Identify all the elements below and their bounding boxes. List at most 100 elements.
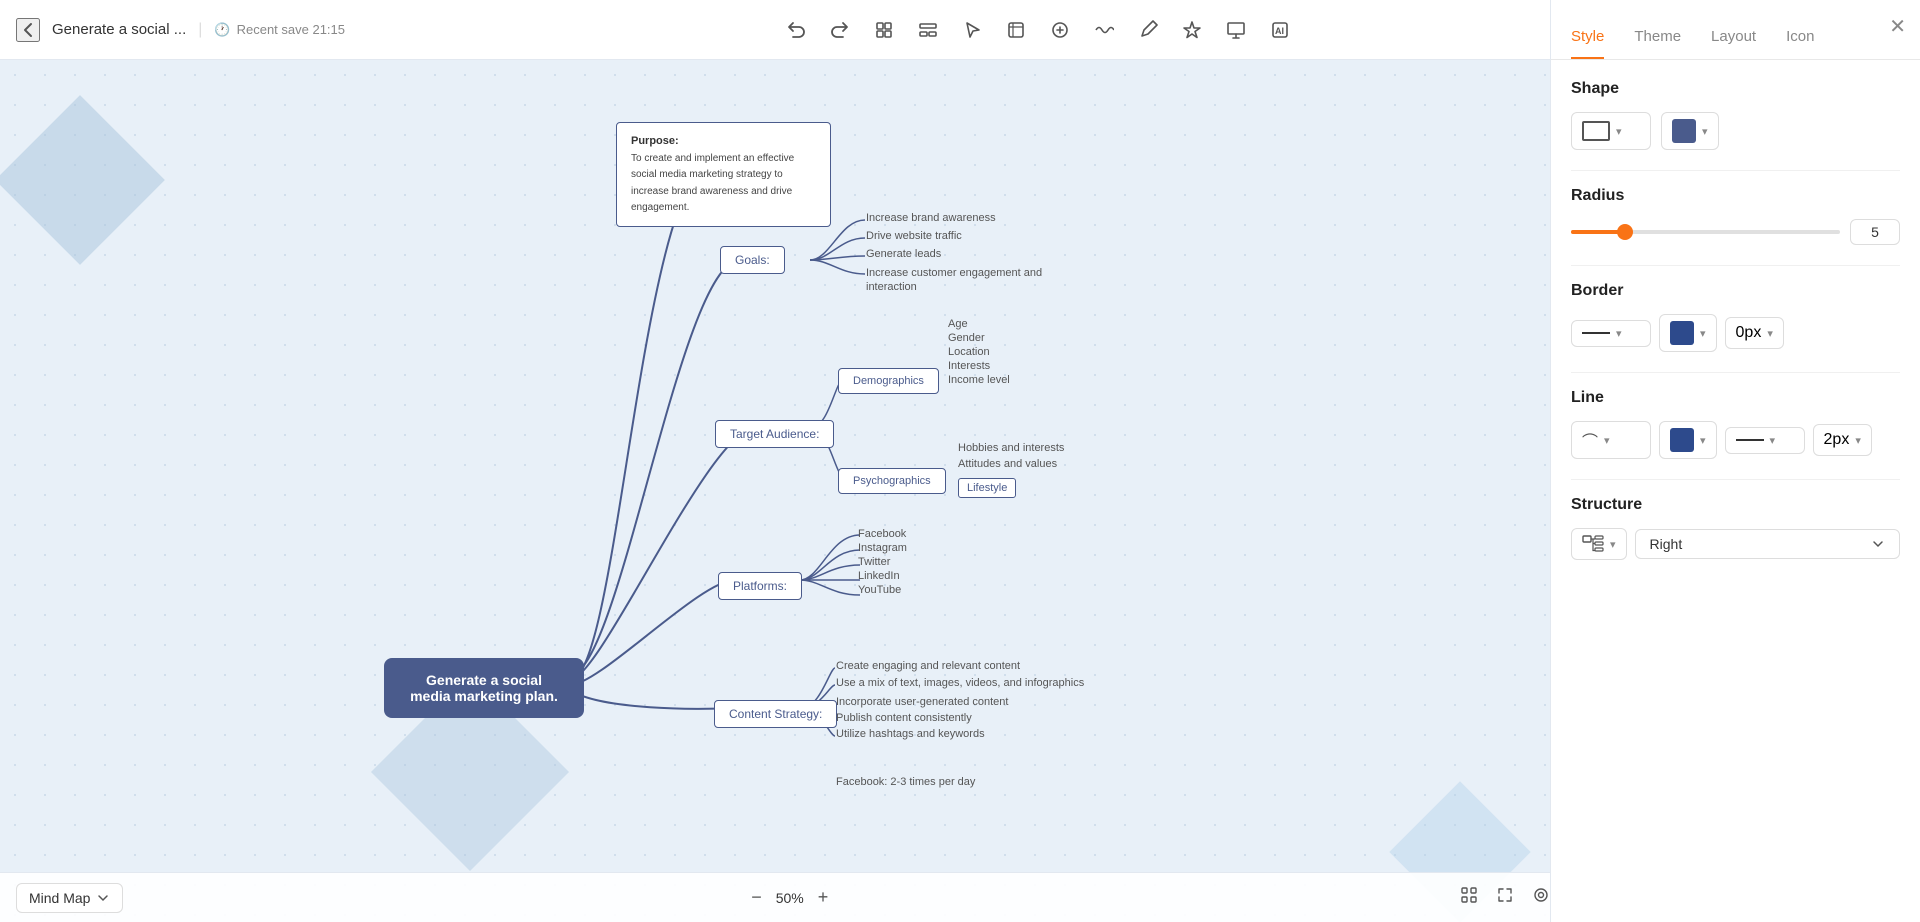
goals-node[interactable]: Goals: [720, 246, 785, 274]
layout-button[interactable] [910, 12, 946, 48]
leaf-website-traffic: Drive website traffic [866, 230, 962, 242]
tab-style[interactable]: Style [1571, 28, 1604, 59]
lifestyle-label: Lifestyle [967, 482, 1007, 494]
divider-3 [1571, 372, 1900, 373]
target-audience-label: Target Audience: [730, 427, 819, 441]
radius-slider-thumb[interactable] [1617, 224, 1633, 240]
divider-2 [1571, 265, 1900, 266]
leaf-facebook: Facebook [858, 528, 906, 540]
shape-color-selector[interactable]: ▾ [1661, 112, 1719, 150]
toolbar-center: AI [361, 12, 1714, 48]
save-time: Recent save 21:15 [237, 22, 345, 37]
leaf-twitter: Twitter [858, 556, 890, 568]
line-style-chevron-icon: ▾ [1770, 434, 1776, 447]
leaf-age: Age [948, 318, 968, 330]
line-row: ⌒ ▾ ▾ ▾ 2px ▾ [1571, 421, 1900, 459]
leaf-gender: Gender [948, 332, 985, 344]
fullscreen-button[interactable] [1492, 882, 1518, 913]
select-button[interactable] [866, 12, 902, 48]
leaf-lifestyle[interactable]: Lifestyle [958, 478, 1016, 498]
plus-button[interactable] [1042, 12, 1078, 48]
leaf-facebook-frequency: Facebook: 2-3 times per day [836, 776, 975, 788]
shape-type-selector[interactable]: ▾ [1571, 112, 1651, 150]
toolbar-left: Generate a social ... | 🕐 Recent save 21… [0, 18, 361, 42]
border-line-style-selector[interactable]: ▾ [1571, 320, 1651, 347]
structure-icon-chevron: ▾ [1610, 538, 1616, 551]
fit-button[interactable] [1456, 882, 1482, 913]
direction-selector[interactable]: Right [1635, 529, 1900, 559]
back-button[interactable] [16, 18, 40, 42]
platforms-node[interactable]: Platforms: [718, 572, 802, 600]
present-button[interactable] [1218, 12, 1254, 48]
content-strategy-label: Content Strategy: [729, 707, 822, 721]
star-button[interactable] [1174, 12, 1210, 48]
tab-theme[interactable]: Theme [1634, 28, 1681, 59]
canvas-area[interactable]: Generate a social media marketing plan. … [0, 60, 1570, 922]
frame-button[interactable] [998, 12, 1034, 48]
border-color-selector[interactable]: ▾ [1659, 314, 1717, 352]
border-line-preview [1582, 332, 1610, 334]
leaf-instagram: Instagram [858, 542, 907, 554]
panel-body: Shape ▾ ▾ Radius 5 [1551, 60, 1920, 922]
border-px-value: 0px [1736, 324, 1762, 342]
direction-value: Right [1650, 536, 1683, 552]
line-width-selector[interactable]: 2px ▾ [1813, 424, 1872, 456]
line-color-swatch [1670, 428, 1694, 452]
border-row: ▾ ▾ 0px ▾ [1571, 314, 1900, 352]
panel-tabs: Style Theme Layout Icon [1551, 0, 1920, 60]
leaf-engaging-content: Create engaging and relevant content [836, 660, 1020, 672]
radius-slider[interactable] [1571, 230, 1840, 234]
leaf-attitudes: Attitudes and values [958, 458, 1057, 470]
border-px-selector[interactable]: 0px ▾ [1725, 317, 1784, 349]
pointer-button[interactable] [954, 12, 990, 48]
leaf-generate-leads: Generate leads [866, 248, 941, 260]
zoom-out-button[interactable]: − [745, 885, 768, 910]
line-width-value: 2px [1824, 431, 1850, 449]
psychographics-node[interactable]: Psychographics [838, 468, 946, 494]
line-arrow-selector[interactable]: ⌒ ▾ [1571, 421, 1651, 459]
right-panel: ✕ Style Theme Layout Icon Shape ▾ ▾ [1550, 0, 1920, 922]
arrow-chevron-icon: ▾ [1604, 434, 1610, 447]
content-strategy-node[interactable]: Content Strategy: [714, 700, 837, 728]
map-type-chevron-icon [96, 891, 110, 905]
root-node[interactable]: Generate a social media marketing plan. [384, 658, 584, 718]
radius-value[interactable]: 5 [1850, 219, 1900, 245]
shape-color-swatch [1672, 119, 1696, 143]
border-color-chevron-icon: ▾ [1700, 327, 1706, 340]
structure-icon-selector[interactable]: ▾ [1571, 528, 1627, 560]
line-section: Line ⌒ ▾ ▾ ▾ 2px ▾ [1571, 389, 1900, 459]
redo-button[interactable] [822, 12, 858, 48]
zoom-level: 50% [776, 890, 804, 906]
tab-layout[interactable]: Layout [1711, 28, 1756, 59]
target-audience-node[interactable]: Target Audience: [715, 420, 834, 448]
map-type-selector[interactable]: Mind Map [16, 883, 123, 913]
leaf-location: Location [948, 346, 990, 358]
demographics-node[interactable]: Demographics [838, 368, 939, 394]
goals-label: Goals: [735, 253, 770, 267]
tab-icon[interactable]: Icon [1786, 28, 1814, 59]
line-style-selector[interactable]: ▾ [1725, 427, 1805, 454]
purpose-node[interactable]: Purpose: To create and implement an effe… [616, 122, 831, 227]
save-status: 🕐 Recent save 21:15 [214, 22, 345, 38]
line-style-preview [1736, 439, 1764, 441]
line-color-selector[interactable]: ▾ [1659, 421, 1717, 459]
border-color-swatch [1670, 321, 1694, 345]
pen-button[interactable] [1130, 12, 1166, 48]
border-line-chevron-icon: ▾ [1616, 327, 1622, 340]
arrow-preview: ⌒ [1582, 428, 1598, 452]
divider-4 [1571, 479, 1900, 480]
leaf-content-mix: Use a mix of text, images, videos, and i… [836, 676, 1084, 690]
panel-close-button[interactable]: ✕ [1889, 14, 1906, 39]
border-section: Border ▾ ▾ 0px ▾ [1571, 282, 1900, 352]
ai-button[interactable]: AI [1262, 12, 1298, 48]
zoom-in-button[interactable]: + [812, 885, 835, 910]
root-node-label: Generate a social media marketing plan. [410, 672, 558, 704]
line-width-chevron-icon: ▾ [1855, 434, 1861, 447]
undo-button[interactable] [778, 12, 814, 48]
purpose-text: To create and implement an effective soc… [631, 153, 794, 214]
zoom-controls: − 50% + [745, 885, 834, 910]
structure-section: Structure ▾ Right [1571, 496, 1900, 560]
structure-row: ▾ Right [1571, 528, 1900, 560]
wave-button[interactable] [1086, 12, 1122, 48]
bottom-icons [1456, 882, 1554, 913]
